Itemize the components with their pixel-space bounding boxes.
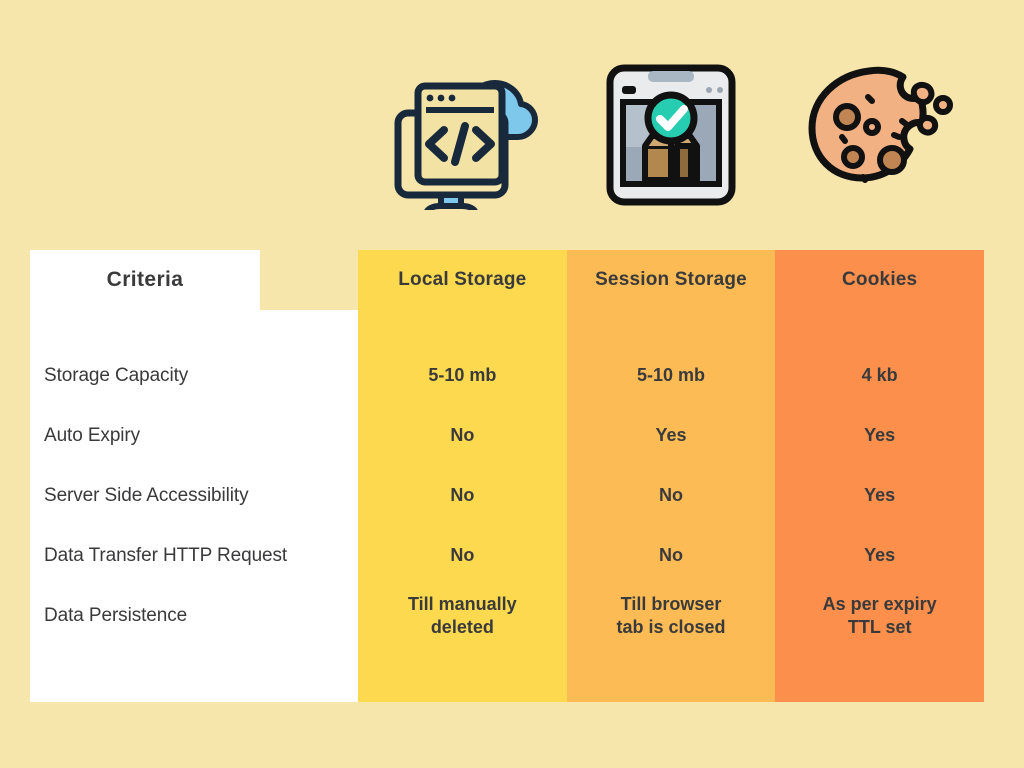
criteria-label: Storage Capacity [44,365,189,386]
criteria-label: Server Side Accessibility [44,485,249,506]
value-cell: 4 kb [775,346,984,406]
column-header-cell: Cookies [775,250,984,310]
value-text: Till manually deleted [407,593,517,637]
value-cell: Yes [567,406,776,466]
value-text: 5-10 mb [636,365,706,386]
comparison-table: Criteria Storage Capacity Auto Expiry Se… [30,250,985,702]
column-local-storage: Local Storage 5-10 mb No No No Till manu… [358,250,567,702]
column-cookies: Cookies 4 kb Yes Yes Yes As per expiry T… [775,250,985,702]
value-cell: Yes [775,466,984,526]
value-text: Yes [864,485,896,506]
value-text: 5-10 mb [428,365,497,386]
browser-box-check-icon [605,62,737,213]
value-cell: 5-10 mb [358,346,567,406]
value-cell: 5-10 mb [567,346,776,406]
column-session-storage: Session Storage 5-10 mb Yes No No Till b… [566,250,776,702]
criteria-row-4: Data Persistence [44,586,358,646]
value-text: Yes [864,425,896,446]
value-cell: Till browser tab is closed [567,586,776,646]
value-cell: No [358,406,567,466]
criteria-row-0: Storage Capacity [44,346,358,406]
value-cell: Yes [775,406,984,466]
icon-row [358,52,984,222]
value-columns: Local Storage 5-10 mb No No No Till manu… [358,250,985,702]
value-text: Yes [864,545,896,566]
value-text: Yes [655,425,687,446]
value-cell: Yes [775,526,984,586]
criteria-header-cell: Criteria [30,250,260,310]
criteria-label: Auto Expiry [44,425,141,446]
criteria-row-3: Data Transfer HTTP Request [44,526,358,586]
column-header-label: Session Storage [595,269,747,290]
value-text: Till browser tab is closed [616,593,726,637]
icon-cell-cookies [775,52,984,222]
value-cell: No [567,526,776,586]
value-text: No [450,545,475,566]
column-header-cell: Session Storage [567,250,776,310]
value-cell: No [358,466,567,526]
criteria-row-1: Auto Expiry [44,406,358,466]
value-text: As per expiry TTL set [822,593,937,637]
value-cell: No [567,466,776,526]
value-text: No [450,485,475,506]
column-header-cell: Local Storage [358,250,567,310]
value-text: No [659,545,683,566]
criteria-label: Data Transfer HTTP Request [44,545,288,566]
criteria-label: Data Persistence [44,605,188,626]
monitor-code-cloud-icon [386,60,539,218]
icon-cell-session-storage [567,52,776,222]
cookie-bitten-icon [806,65,954,210]
criteria-column: Criteria Storage Capacity Auto Expiry Se… [30,250,358,702]
icon-cell-local-storage [358,52,567,222]
value-cell: No [358,526,567,586]
criteria-header-label: Criteria [106,268,184,291]
column-header-label: Cookies [842,269,918,290]
value-text: 4 kb [861,365,898,386]
criteria-row-2: Server Side Accessibility [44,466,358,526]
value-cell: As per expiry TTL set [775,586,984,646]
value-text: No [450,425,475,446]
column-header-label: Local Storage [398,269,527,290]
value-text: No [659,485,683,506]
value-cell: Till manually deleted [358,586,567,646]
